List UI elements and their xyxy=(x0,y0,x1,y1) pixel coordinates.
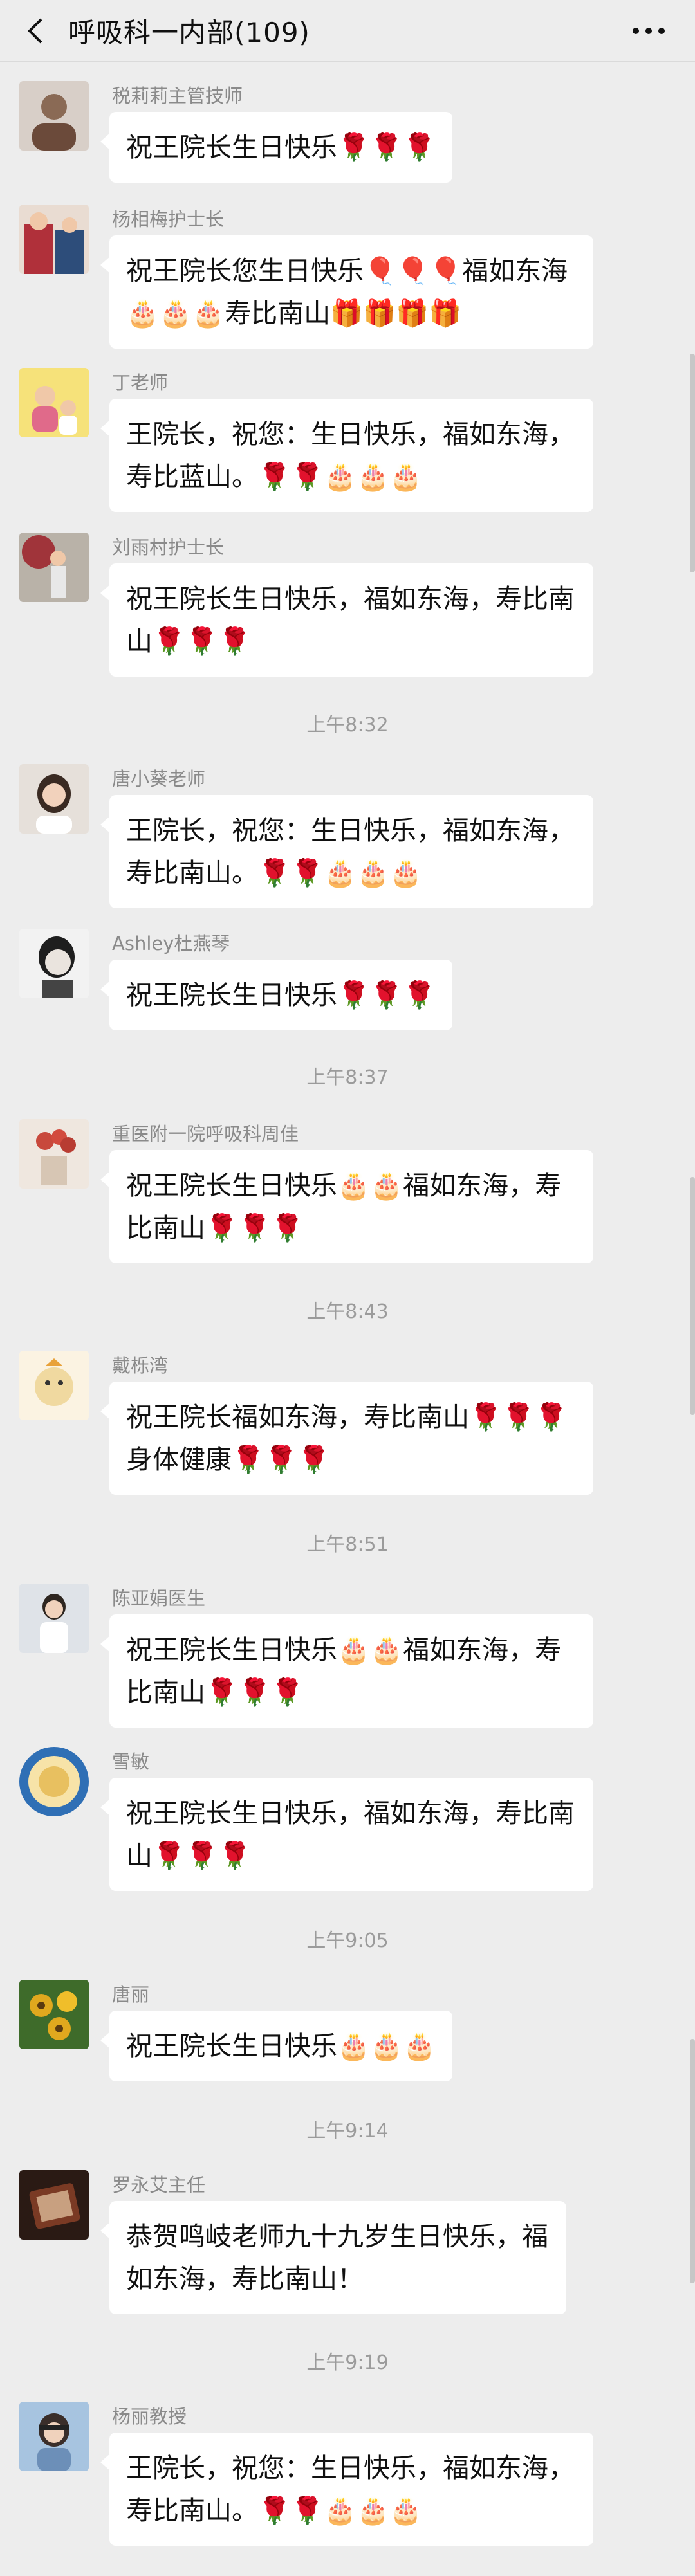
more-button[interactable] xyxy=(628,15,669,46)
timestamp: 上午9:19 xyxy=(306,2352,389,2374)
avatar[interactable] xyxy=(19,764,89,834)
sender-name: 丁老师 xyxy=(112,372,169,394)
scrollbar[interactable] xyxy=(690,354,695,572)
timestamp: 上午9:14 xyxy=(306,2120,389,2142)
message-bubble[interactable]: 王院长，祝您：生日快乐，福如东海，寿比南山。🌹🌹🎂🎂🎂 xyxy=(100,795,593,908)
message-bubble[interactable]: 祝王院长生日快乐🌹🌹🌹 xyxy=(100,960,453,1030)
chevron-left-icon xyxy=(28,18,42,43)
avatar[interactable] xyxy=(19,1747,89,1816)
message-bubble[interactable]: 王院长，祝您：生日快乐，福如东海，寿比南山。🌹🌹🎂🎂🎂 xyxy=(100,2433,593,2546)
timestamp: 上午8:43 xyxy=(306,1301,389,1323)
avatar[interactable] xyxy=(19,533,89,602)
sender-name: 唐小葵老师 xyxy=(112,768,206,790)
chat-header: 呼吸科一内部(109) xyxy=(0,0,695,62)
message-bubble[interactable]: 祝王院长生日快乐🌹🌹🌹 xyxy=(100,112,453,183)
sender-name: 刘雨村护士长 xyxy=(112,536,225,558)
avatar[interactable] xyxy=(19,929,89,998)
message-bubble[interactable]: 王院长，祝您：生日快乐，福如东海，寿比蓝山。🌹🌹🎂🎂🎂 xyxy=(100,399,593,512)
message-bubble[interactable]: 祝王院长生日快乐，福如东海，寿比南山🌹🌹🌹 xyxy=(100,1778,593,1891)
sender-name: 罗永艾主任 xyxy=(112,2174,206,2196)
sender-name: 戴栎湾 xyxy=(112,1355,169,1376)
avatar[interactable] xyxy=(19,81,89,151)
avatar[interactable] xyxy=(19,368,89,437)
message-bubble[interactable]: 恭贺鸣岐老师九十九岁生日快乐，福如东海，寿比南山！ xyxy=(100,2201,566,2314)
sender-name: 唐丽 xyxy=(112,1984,150,2005)
scrollbar[interactable] xyxy=(690,2039,695,2283)
timestamp: 上午8:37 xyxy=(306,1066,389,1089)
avatar[interactable] xyxy=(19,2170,89,2240)
message-bubble[interactable]: 祝王院长生日快乐，福如东海，寿比南山🌹🌹🌹 xyxy=(100,563,593,677)
avatar[interactable] xyxy=(19,2402,89,2471)
sender-name: 陈亚娟医生 xyxy=(112,1587,206,1609)
back-button[interactable] xyxy=(15,0,57,62)
message-bubble[interactable]: 祝王院长您生日快乐🎈🎈🎈福如东海🎂🎂🎂寿比南山🎁🎁🎁🎁 xyxy=(100,235,593,349)
message-bubble[interactable]: 祝王院长生日快乐🎂🎂福如东海，寿比南山🌹🌹🌹 xyxy=(100,1614,593,1728)
avatar[interactable] xyxy=(19,205,89,274)
sender-name: 雪敏 xyxy=(112,1751,150,1773)
chat-title: 呼吸科一内部(109) xyxy=(68,17,310,48)
timestamp: 上午9:05 xyxy=(306,1930,389,1952)
timestamp: 上午8:32 xyxy=(306,714,389,736)
message-bubble[interactable]: 祝王院长生日快乐🎂🎂福如东海，寿比南山🌹🌹🌹 xyxy=(100,1150,593,1263)
more-horizontal-icon xyxy=(633,28,665,34)
avatar[interactable] xyxy=(19,1351,89,1420)
avatar[interactable] xyxy=(19,1980,89,2049)
message-bubble[interactable]: 祝王院长福如东海，寿比南山🌹🌹🌹身体健康🌹🌹🌹 xyxy=(100,1382,593,1495)
avatar[interactable] xyxy=(19,1119,89,1189)
sender-name: 杨相梅护士长 xyxy=(112,208,225,230)
avatar[interactable] xyxy=(19,1584,89,1653)
message-bubble[interactable]: 祝王院长生日快乐🎂🎂🎂 xyxy=(100,2011,453,2081)
sender-name: 杨丽教授 xyxy=(112,2406,187,2427)
timestamp: 上午8:51 xyxy=(306,1533,389,1556)
sender-name: Ashley杜燕琴 xyxy=(112,933,230,955)
sender-name: 重医附一院呼吸科周佳 xyxy=(112,1123,299,1145)
sender-name: 税莉莉主管技师 xyxy=(112,85,243,107)
